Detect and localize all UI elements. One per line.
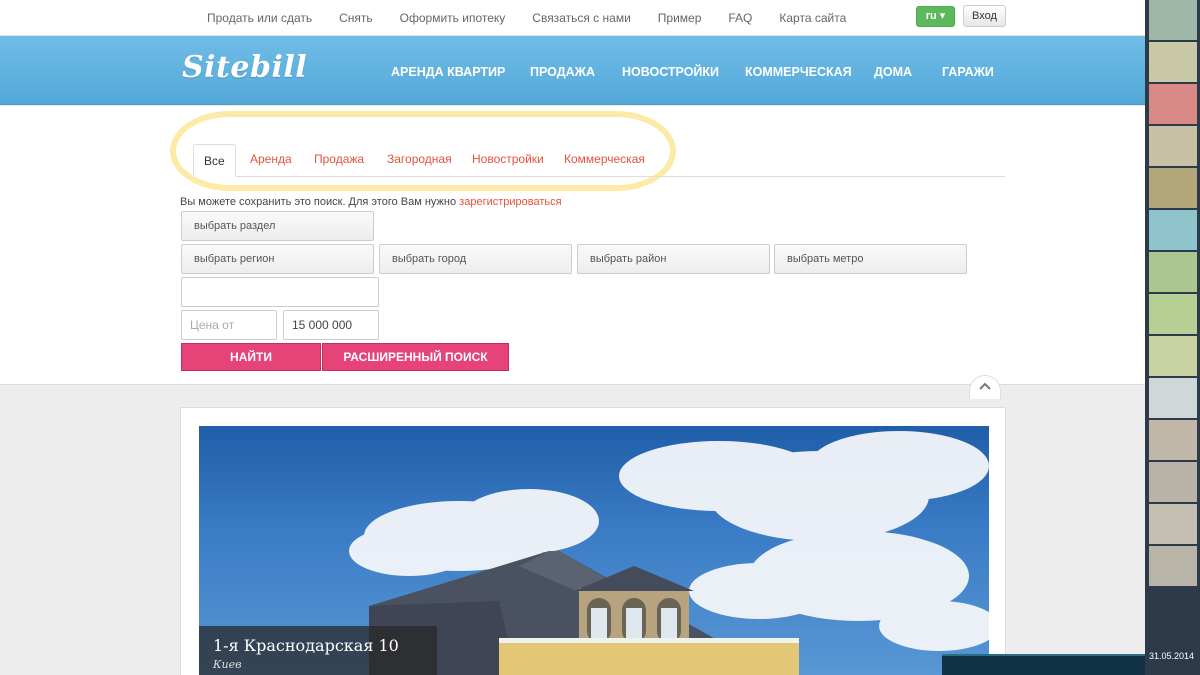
search-panel: Все Аренда Продажа Загородная Новостройк…: [0, 106, 1145, 385]
desktop-tile[interactable]: [1149, 168, 1197, 208]
listing-photo[interactable]: 1-я Краснодарская 10 Киев: [199, 426, 989, 675]
desktop-tile[interactable]: [1149, 252, 1197, 292]
nav-new-buildings[interactable]: НОВОСТРОЙКИ: [622, 65, 719, 79]
desktop-tile[interactable]: [1149, 42, 1197, 82]
desktop-tile[interactable]: [1149, 0, 1197, 40]
listing-city: Киев: [213, 658, 242, 671]
top-link-example[interactable]: Пример: [658, 11, 702, 25]
top-links: Продать или сдать Снять Оформить ипотеку…: [207, 11, 873, 25]
desktop-tile[interactable]: [1149, 126, 1197, 166]
site-logo[interactable]: Sitebill: [182, 50, 307, 85]
tab-country[interactable]: Загородная: [387, 152, 452, 166]
listing-caption: 1-я Краснодарская 10 Киев: [199, 626, 437, 675]
tab-sale[interactable]: Продажа: [314, 152, 364, 166]
desktop-tile[interactable]: [1149, 336, 1197, 376]
nav-houses[interactable]: ДОМА: [874, 65, 912, 79]
top-link-faq[interactable]: FAQ: [728, 11, 752, 25]
nav-rent-apartments[interactable]: АРЕНДА КВАРТИР: [391, 65, 505, 79]
save-search-note: Вы можете сохранить это поиск. Для этого…: [180, 196, 562, 208]
region-select[interactable]: выбрать регион: [181, 244, 374, 274]
top-link-sitemap[interactable]: Карта сайта: [779, 11, 846, 25]
save-note-text: Вы можете сохранить это поиск. Для этого…: [180, 196, 460, 208]
desktop-icon-tiles: [1149, 0, 1197, 588]
price-to-input[interactable]: 15 000 000: [283, 310, 379, 340]
desktop-tile[interactable]: [1149, 546, 1197, 586]
nav-sale[interactable]: ПРОДАЖА: [530, 65, 595, 79]
top-link-sell[interactable]: Продать или сдать: [207, 11, 312, 25]
top-link-mortgage[interactable]: Оформить ипотеку: [400, 11, 506, 25]
top-link-rent[interactable]: Снять: [339, 11, 373, 25]
search-tabs: Все Аренда Продажа Загородная Новостройк…: [193, 144, 1005, 177]
collapse-search-button[interactable]: [969, 375, 1001, 399]
listing-card[interactable]: 1-я Краснодарская 10 Киев: [180, 407, 1006, 675]
find-button[interactable]: НАЙТИ: [181, 343, 321, 371]
tab-rent[interactable]: Аренда: [250, 152, 292, 166]
tab-new-buildings[interactable]: Новостройки: [472, 152, 544, 166]
city-select[interactable]: выбрать город: [379, 244, 572, 274]
site-header: Sitebill АРЕНДА КВАРТИР ПРОДАЖА НОВОСТРО…: [0, 36, 1145, 105]
tab-commercial[interactable]: Коммерческая: [564, 152, 645, 166]
desktop-tile[interactable]: [1149, 420, 1197, 460]
district-select[interactable]: выбрать район: [577, 244, 770, 274]
desktop-tile[interactable]: [1149, 378, 1197, 418]
desktop-tile[interactable]: [1149, 294, 1197, 334]
nav-commercial[interactable]: КОММЕРЧЕСКАЯ: [745, 65, 852, 79]
nav-garages[interactable]: ГАРАЖИ: [942, 65, 994, 79]
desktop-tile[interactable]: [1149, 462, 1197, 502]
text-search-input[interactable]: [181, 277, 379, 307]
tab-all[interactable]: Все: [193, 144, 236, 177]
desktop-tile[interactable]: [1149, 84, 1197, 124]
chevron-up-icon: [979, 379, 991, 393]
register-link[interactable]: зарегистрироваться: [459, 196, 561, 208]
notification-popup[interactable]: [942, 654, 1145, 675]
top-utility-bar: Продать или сдать Снять Оформить ипотеку…: [0, 0, 1145, 36]
metro-select[interactable]: выбрать метро: [774, 244, 967, 274]
desktop-sidebar: 31.05.2014: [1145, 0, 1200, 675]
browser-page: Продать или сдать Снять Оформить ипотеку…: [0, 0, 1145, 675]
language-dropdown[interactable]: ru ▾: [916, 6, 955, 27]
price-from-input[interactable]: Цена от: [181, 310, 277, 340]
desktop-date: 31.05.2014: [1149, 651, 1195, 661]
advanced-search-button[interactable]: РАСШИРЕННЫЙ ПОИСК: [322, 343, 509, 371]
desktop-tile[interactable]: [1149, 210, 1197, 250]
login-button[interactable]: Вход: [963, 5, 1006, 27]
section-select[interactable]: выбрать раздел: [181, 211, 374, 241]
desktop-tile[interactable]: [1149, 504, 1197, 544]
listing-title[interactable]: 1-я Краснодарская 10: [213, 636, 423, 655]
top-link-contact[interactable]: Связаться с нами: [532, 11, 630, 25]
